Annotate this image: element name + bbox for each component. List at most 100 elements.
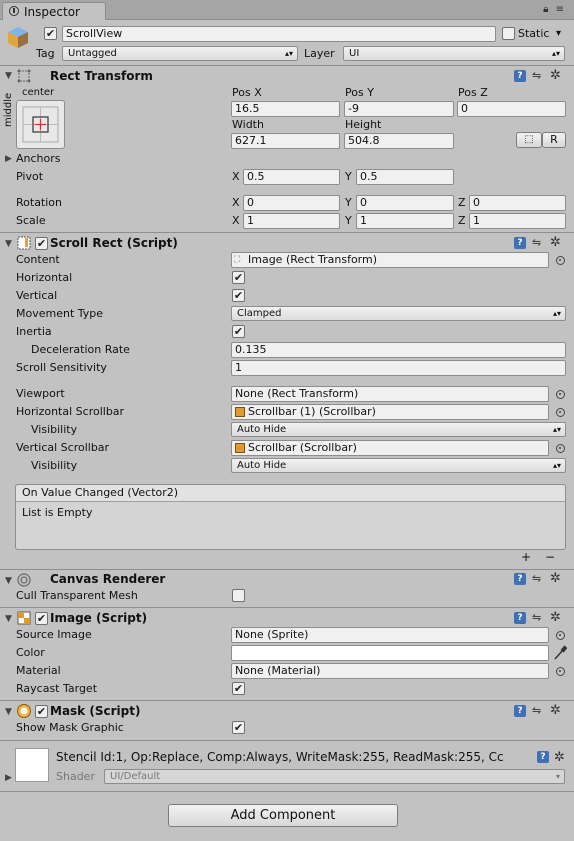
show-mask-graphic-checkbox[interactable]: ✔ xyxy=(232,721,245,734)
scroll-rect-foldout[interactable]: ▼ xyxy=(5,239,12,249)
material-foldout[interactable]: ▶ xyxy=(5,773,12,783)
inertia-checkbox[interactable]: ✔ xyxy=(232,325,245,338)
help-icon[interactable]: ? xyxy=(514,612,526,624)
scale-x-field[interactable]: 1 xyxy=(243,213,340,229)
gear-icon[interactable]: ✲ xyxy=(554,750,565,765)
tag-dropdown[interactable]: Untagged ▴▾ xyxy=(62,46,298,61)
object-picker-icon[interactable] xyxy=(556,256,565,265)
gear-icon[interactable]: ✲ xyxy=(550,611,561,624)
object-picker-icon[interactable] xyxy=(556,631,565,640)
mask-foldout[interactable]: ▼ xyxy=(5,707,12,717)
source-image-field[interactable]: None (Sprite) xyxy=(231,627,549,643)
scale-y-field[interactable]: 1 xyxy=(356,213,454,229)
horizontal-checkbox[interactable]: ✔ xyxy=(232,271,245,284)
horizontal-scrollbar-field[interactable]: Scrollbar (1) (Scrollbar) xyxy=(231,404,549,420)
pivot-y-field[interactable]: 0.5 xyxy=(356,169,454,185)
eyedropper-icon[interactable] xyxy=(553,645,567,661)
scale-z-field[interactable]: 1 xyxy=(469,213,566,229)
gear-icon[interactable]: ✲ xyxy=(550,572,561,585)
pos-y-field[interactable]: -9 xyxy=(344,101,454,117)
object-picker-icon[interactable] xyxy=(556,408,565,417)
preset-icon[interactable]: ⇋ xyxy=(532,70,544,82)
canvas-renderer-foldout[interactable]: ▼ xyxy=(5,576,12,586)
anchors-foldout[interactable]: ▶ xyxy=(5,154,12,164)
anchor-v-label: middle xyxy=(3,92,14,127)
rect-transform-foldout[interactable]: ▼ xyxy=(5,71,12,81)
cull-transparent-mesh-checkbox[interactable] xyxy=(232,589,245,602)
image-foldout[interactable]: ▼ xyxy=(5,614,12,624)
pivot-label: Pivot xyxy=(16,170,44,183)
lock-icon[interactable]: 🔒︎ ≡ xyxy=(543,4,566,15)
width-field[interactable]: 627.1 xyxy=(231,133,340,149)
vertical-checkbox[interactable]: ✔ xyxy=(232,289,245,302)
gear-icon[interactable]: ✲ xyxy=(550,704,561,717)
rot-y-field[interactable]: 0 xyxy=(356,195,454,211)
help-icon[interactable]: ? xyxy=(514,70,526,82)
anchors-label[interactable]: Anchors xyxy=(16,152,61,165)
on-value-changed-event: On Value Changed (Vector2) List is Empty xyxy=(15,484,566,550)
color-field[interactable] xyxy=(231,645,549,661)
content-field[interactable]: ⛶ Image (Rect Transform) xyxy=(231,252,549,268)
separator xyxy=(0,700,574,701)
horizontal-label: Horizontal xyxy=(16,271,73,284)
pos-z-field[interactable]: 0 xyxy=(457,101,566,117)
rect-transform-title: Rect Transform xyxy=(50,69,153,83)
rect-transform-icon xyxy=(17,69,31,83)
preset-icon[interactable]: ⇋ xyxy=(532,237,544,249)
preset-icon[interactable]: ⇋ xyxy=(532,612,544,624)
scroll-rect-enabled-checkbox[interactable]: ✔ xyxy=(35,237,48,250)
cull-transparent-mesh-label: Cull Transparent Mesh xyxy=(16,589,138,602)
object-picker-icon[interactable] xyxy=(556,390,565,399)
image-enabled-checkbox[interactable]: ✔ xyxy=(35,612,48,625)
rot-x-field[interactable]: 0 xyxy=(243,195,340,211)
name-field[interactable]: ScrollView xyxy=(62,26,496,42)
mask-header-icons: ? ⇋ ✲ xyxy=(514,704,566,719)
static-dropdown-icon[interactable]: ▾ xyxy=(556,28,561,39)
tab-inspector[interactable]: Inspector xyxy=(2,2,106,20)
movement-type-dropdown[interactable]: Clamped ▴▾ xyxy=(231,306,566,321)
pos-x-field[interactable]: 16.5 xyxy=(231,101,340,117)
help-icon[interactable]: ? xyxy=(514,237,526,249)
event-header: On Value Changed (Vector2) xyxy=(16,485,565,502)
preset-icon[interactable]: ⇋ xyxy=(532,705,544,717)
static-checkbox[interactable] xyxy=(502,27,515,40)
height-label: Height xyxy=(345,118,382,131)
add-listener-button[interactable]: + xyxy=(521,550,531,564)
layer-dropdown[interactable]: UI ▴▾ xyxy=(343,46,565,61)
height-field[interactable]: 504.8 xyxy=(344,133,454,149)
help-icon[interactable]: ? xyxy=(514,573,526,585)
gear-icon[interactable]: ✲ xyxy=(550,69,561,82)
horizontal-scrollbar-label: Horizontal Scrollbar xyxy=(16,405,125,418)
object-picker-icon[interactable] xyxy=(556,667,565,676)
preset-icon[interactable]: ⇋ xyxy=(532,573,544,585)
shader-dropdown[interactable]: UI/Default ▾ xyxy=(104,769,565,784)
vertical-scrollbar-field[interactable]: Scrollbar (Scrollbar) xyxy=(231,440,549,456)
deceleration-rate-field[interactable]: 0.135 xyxy=(231,342,566,358)
vertical-visibility-dropdown[interactable]: Auto Hide ▴▾ xyxy=(231,458,566,473)
help-icon[interactable]: ? xyxy=(537,751,549,763)
anchor-presets-button[interactable] xyxy=(16,100,65,149)
scrollbar-icon xyxy=(235,443,245,453)
scroll-sensitivity-field[interactable]: 1 xyxy=(231,360,566,376)
raycast-target-checkbox[interactable]: ✔ xyxy=(232,682,245,695)
rot-z-field[interactable]: 0 xyxy=(469,195,566,211)
show-mask-graphic-label: Show Mask Graphic xyxy=(16,721,124,734)
mask-enabled-checkbox[interactable]: ✔ xyxy=(35,705,48,718)
help-icon[interactable]: ? xyxy=(514,705,526,717)
gear-icon[interactable]: ✲ xyxy=(550,236,561,249)
object-picker-icon[interactable] xyxy=(556,444,565,453)
pivot-y-axis: Y xyxy=(345,170,352,183)
raw-edit-button[interactable]: R xyxy=(542,132,566,148)
raycast-target-label: Raycast Target xyxy=(16,682,98,695)
active-checkbox[interactable]: ✔ xyxy=(44,27,57,40)
image-title: Image (Script) xyxy=(50,611,148,625)
separator xyxy=(0,791,574,792)
pivot-x-field[interactable]: 0.5 xyxy=(243,169,340,185)
blueprint-mode-button[interactable]: ⬚ xyxy=(516,132,542,148)
add-component-button[interactable]: Add Component xyxy=(168,804,398,827)
horizontal-visibility-dropdown[interactable]: Auto Hide ▴▾ xyxy=(231,422,566,437)
viewport-field[interactable]: None (Rect Transform) xyxy=(231,386,549,402)
remove-listener-button[interactable]: − xyxy=(545,550,555,564)
material-field[interactable]: None (Material) xyxy=(231,663,549,679)
shader-label: Shader xyxy=(56,770,95,783)
